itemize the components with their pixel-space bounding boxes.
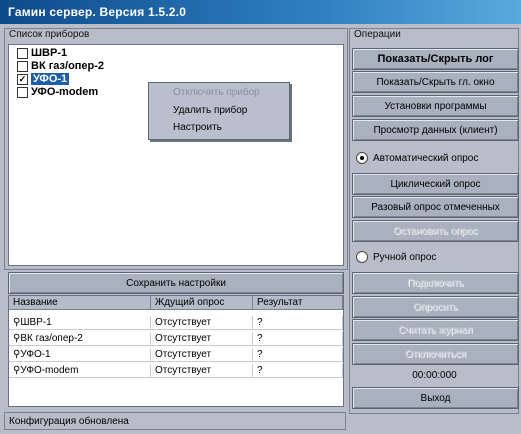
device-item-vk-gas[interactable]: ВК газ/опер-2 [17, 59, 104, 73]
stop-poll-button[interactable]: Остановить опрос [352, 220, 519, 242]
table-row[interactable]: ⚲ ШВР-1 Отсутствует ? [9, 316, 343, 330]
device-checkbox[interactable] [17, 86, 28, 98]
status-bar: Конфигурация обновлена [4, 412, 346, 430]
timer-display: 00:00:000 [412, 369, 457, 381]
read-journal-button[interactable]: Считать журнал [352, 319, 519, 341]
context-menu-item-configure[interactable]: Настроить [173, 122, 222, 133]
table-cell-name-text: УФО-modem [20, 365, 79, 376]
device-label: ШВР-1 [31, 47, 68, 59]
table-cell-name: ⚲ ШВР-1 [9, 316, 151, 330]
table-row[interactable]: ⚲ УФО-modem Отсутствует ? [9, 364, 343, 378]
table-cell-wait-poll: Отсутствует [151, 348, 253, 362]
device-checkbox[interactable] [17, 60, 28, 72]
context-menu: Отключить прибор Удалить прибор Настроит… [148, 82, 290, 140]
device-checkbox-checked[interactable]: ✓ [17, 73, 28, 85]
disconnect-button[interactable]: Отключиться [352, 343, 519, 365]
context-menu-item-delete[interactable]: Удалить прибор [173, 105, 247, 116]
device-list-label: Список приборов [9, 29, 90, 40]
auto-poll-radio[interactable]: Автоматический опрос [356, 152, 478, 164]
table-cell-name: ⚲ УФО-1 [9, 348, 151, 362]
toggle-main-window-button[interactable]: Показать/Скрыть гл. окно [352, 71, 519, 93]
manual-poll-radio[interactable]: Ручной опрос [356, 251, 436, 263]
cyclic-poll-button[interactable]: Циклический опрос [352, 173, 519, 195]
connect-button[interactable]: Подключить [352, 272, 519, 294]
table-cell-result: ? [253, 332, 343, 346]
program-settings-button[interactable]: Установки программы [352, 95, 519, 117]
poll-button[interactable]: Опросить [352, 296, 519, 318]
table-cell-name-text: ВК газ/опер-2 [20, 333, 83, 344]
radio-indicator [356, 152, 368, 164]
save-settings-button[interactable]: Сохранить настройки [8, 272, 344, 294]
toggle-log-button[interactable]: Показать/Скрыть лог [352, 48, 519, 70]
table-row[interactable]: ⚲ ВК газ/опер-2 Отсутствует ? [9, 332, 343, 346]
table-cell-result: ? [253, 316, 343, 330]
single-poll-checked-button[interactable]: Разовый опрос отмеченных [352, 196, 519, 218]
context-menu-item-disable[interactable]: Отключить прибор [173, 87, 260, 98]
manual-poll-label: Ручной опрос [373, 251, 437, 263]
device-node-icon: ⚲ [13, 317, 21, 328]
title-bar[interactable]: Гамин сервер. Версия 1.5.2.0 [0, 0, 521, 24]
table-cell-name: ⚲ УФО-modem [9, 364, 151, 378]
exit-button[interactable]: Выход [352, 387, 519, 409]
device-node-icon: ⚲ [13, 349, 21, 360]
table-row[interactable]: ⚲ УФО-1 Отсутствует ? [9, 348, 343, 362]
auto-poll-label: Автоматический опрос [373, 152, 479, 164]
main-window: Гамин сервер. Версия 1.5.2.0 Список приб… [0, 0, 521, 434]
device-label: УФО-modem [31, 86, 99, 98]
device-item-ufo-modem[interactable]: УФО-modem [17, 85, 98, 99]
table-cell-name-text: УФО-1 [20, 349, 51, 360]
column-header-result[interactable]: Результат [253, 296, 343, 310]
operations-label: Операции [354, 29, 401, 40]
table-cell-wait-poll: Отсутствует [151, 316, 253, 330]
view-data-client-button[interactable]: Просмотр данных (клиент) [352, 119, 519, 141]
device-node-icon: ⚲ [13, 365, 21, 376]
device-node-icon: ⚲ [13, 333, 21, 344]
radio-indicator [356, 251, 368, 263]
device-item-shvr1[interactable]: ШВР-1 [17, 46, 67, 60]
window-title: Гамин сервер. Версия 1.5.2.0 [8, 5, 187, 19]
device-listbox[interactable]: ШВР-1 ВК газ/опер-2 ✓ УФО-1 УФО-modem [8, 44, 344, 266]
table-cell-wait-poll: Отсутствует [151, 364, 253, 378]
column-header-wait-poll[interactable]: Ждущий опрос [151, 296, 253, 310]
column-header-name[interactable]: Название [9, 296, 151, 310]
table-cell-result: ? [253, 364, 343, 378]
status-text: Конфигурация обновлена [9, 415, 129, 427]
status-table: Название Ждущий опрос Результат ⚲ ШВР-1 О… [8, 295, 344, 407]
table-cell-name-text: ШВР-1 [20, 317, 52, 328]
device-checkbox[interactable] [17, 47, 28, 59]
table-cell-name: ⚲ ВК газ/опер-2 [9, 332, 151, 346]
table-cell-wait-poll: Отсутствует [151, 332, 253, 346]
device-label: УФО-1 [31, 73, 70, 85]
device-label: ВК газ/опер-2 [31, 60, 105, 72]
table-cell-result: ? [253, 348, 343, 362]
device-item-ufo1[interactable]: ✓ УФО-1 [17, 72, 70, 86]
